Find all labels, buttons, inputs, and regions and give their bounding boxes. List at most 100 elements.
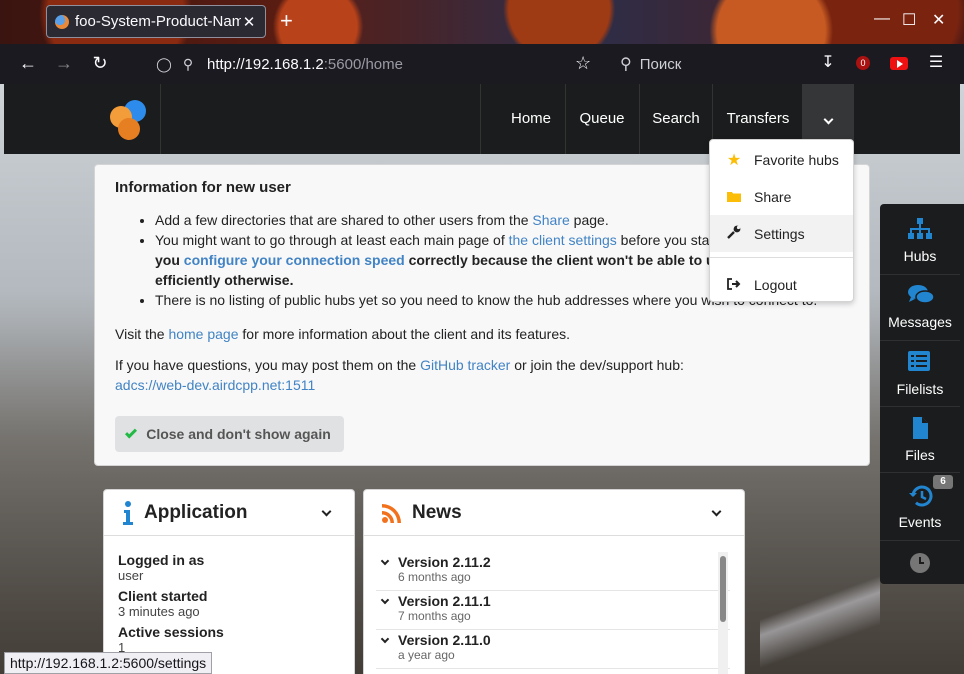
dropdown-share[interactable]: Share: [710, 178, 853, 215]
comments-icon: [908, 285, 934, 304]
menu-separator: [480, 84, 481, 154]
browser-tab[interactable]: foo-System-Product-Name ✕: [46, 5, 266, 38]
visit-paragraph: Visit the home page for more information…: [115, 324, 849, 344]
forward-icon[interactable]: →: [53, 53, 75, 74]
search-icon: ⚲: [620, 56, 632, 73]
dropdown-favorite-hubs[interactable]: ★ Favorite hubs: [710, 141, 853, 178]
youtube-icon[interactable]: [889, 52, 909, 74]
news-list: Version 2.11.2 6 months ago Version 2.11.…: [376, 552, 730, 669]
sidebar-item-events[interactable]: 6 Events: [880, 474, 960, 540]
star-icon: ★: [726, 151, 742, 169]
new-tab-button[interactable]: +: [280, 8, 293, 34]
ublock-icon[interactable]: 0: [853, 52, 873, 74]
news-scrollbar[interactable]: [718, 552, 728, 674]
sidebar-item-filelists[interactable]: Filelists: [880, 341, 960, 407]
info-key: Client started: [118, 588, 208, 604]
news-age: 6 months ago: [398, 570, 471, 584]
info-text: correctly because the client won't be ab…: [404, 252, 758, 268]
chevron-down-icon: [380, 556, 390, 566]
background-road: [760, 554, 880, 674]
info-value: 3 minutes ago: [118, 604, 200, 619]
menu-queue[interactable]: Queue: [568, 84, 636, 154]
rss-icon: [382, 503, 401, 523]
address-bar[interactable]: ◯ ⚲ http://192.168.1.2:5600/home: [145, 48, 605, 80]
sidebar-item-hubs[interactable]: Hubs: [880, 208, 960, 274]
info-row: Active sessions 1: [118, 624, 340, 655]
search-placeholder: Поиск: [639, 55, 682, 73]
minimize-icon[interactable]: —: [874, 10, 890, 28]
connection-speed-link[interactable]: configure your connection speed: [184, 252, 405, 268]
history-icon: [909, 485, 933, 507]
news-version: Version 2.11.0: [398, 632, 491, 648]
chevron-down-icon[interactable]: [711, 506, 722, 517]
url-host: http://192.168.1.2: [207, 55, 324, 73]
sitemap-icon: [908, 218, 932, 239]
close-tab-icon[interactable]: ✕: [241, 13, 257, 31]
client-settings-link[interactable]: the client settings: [509, 232, 617, 248]
close-info-label: Close and don't show again: [146, 426, 331, 442]
news-widget-title: News: [412, 501, 462, 523]
hamburger-menu-icon[interactable]: ☰: [926, 52, 946, 74]
url-text: http://192.168.1.2:5600/home: [207, 56, 403, 73]
lock-icon[interactable]: ⚲: [177, 56, 199, 73]
close-info-button[interactable]: Close and don't show again: [115, 416, 344, 452]
chevron-down-icon: [380, 634, 390, 644]
downloads-icon[interactable]: ↧: [818, 52, 838, 74]
menu-home[interactable]: Home: [500, 84, 562, 154]
menu-search[interactable]: Search: [642, 84, 710, 154]
chevron-down-icon: [380, 595, 390, 605]
info-key: Logged in as: [118, 552, 205, 568]
news-item[interactable]: Version 2.11.2 6 months ago: [376, 552, 730, 591]
news-version: Version 2.11.1: [398, 593, 491, 609]
tab-favicon-icon: [55, 14, 69, 29]
sidebar-label: Filelists: [896, 381, 944, 397]
file-icon: [913, 417, 928, 439]
scrollbar-thumb[interactable]: [720, 556, 726, 622]
sidebar-item-files[interactable]: Files: [880, 407, 960, 473]
github-tracker-link[interactable]: GitHub tracker: [420, 357, 510, 373]
url-path: :5600/home: [323, 55, 403, 73]
reload-icon[interactable]: ↻: [89, 53, 111, 74]
info-text: efficiently otherwise.: [155, 272, 294, 288]
window-close-icon[interactable]: ✕: [932, 10, 945, 30]
news-widget-header: News: [364, 490, 744, 536]
tab-title: foo-System-Product-Name: [75, 13, 241, 30]
application-widget-header: Application: [104, 490, 354, 536]
sidebar-label: Events: [898, 514, 942, 530]
news-item[interactable]: Version 2.11.0 a year ago: [376, 630, 730, 669]
news-age: 7 months ago: [398, 609, 471, 623]
ublock-count: 0: [856, 56, 870, 70]
bookmark-star-icon[interactable]: ☆: [575, 53, 591, 74]
back-icon[interactable]: ←: [17, 53, 39, 74]
info-text: You might want to go through at least ea…: [155, 232, 509, 248]
news-item[interactable]: Version 2.11.1 7 months ago: [376, 591, 730, 630]
shield-icon[interactable]: ◯: [153, 56, 175, 73]
sidebar-item-messages[interactable]: Messages: [880, 274, 960, 340]
dropdown-settings[interactable]: Settings: [710, 215, 853, 252]
check-icon: [125, 425, 138, 439]
info-text: Visit the: [115, 326, 169, 342]
dropdown-label: Settings: [754, 225, 805, 242]
home-page-link[interactable]: home page: [168, 326, 238, 342]
dropdown-logout[interactable]: Logout: [710, 266, 853, 303]
status-url-tooltip: http://192.168.1.2:5600/settings: [4, 652, 213, 674]
chevron-down-icon: [823, 114, 833, 125]
browser-toolbar: ← → ↻ ◯ ⚲ http://192.168.1.2:5600/home ☆…: [0, 44, 964, 84]
info-text: before you start.: [616, 232, 722, 248]
news-version: Version 2.11.2: [398, 554, 491, 570]
share-link[interactable]: Share: [532, 212, 569, 228]
info-key: Active sessions: [118, 624, 224, 640]
search-field[interactable]: ⚲ Поиск: [612, 48, 802, 80]
support-hub-link[interactable]: adcs://web-dev.airdcpp.net:1511: [115, 377, 315, 393]
sidebar-item-clock[interactable]: [880, 540, 960, 584]
list-icon: [908, 351, 930, 371]
sidebar-separator: [880, 472, 960, 473]
maximize-icon[interactable]: ☐: [902, 10, 916, 30]
events-badge: 6: [933, 475, 953, 489]
sign-out-icon: [726, 277, 742, 293]
info-text: you: [155, 252, 184, 268]
chevron-down-icon[interactable]: [321, 506, 332, 517]
info-text: page.: [569, 212, 609, 228]
sidebar-label: Hubs: [903, 248, 937, 264]
app-logo[interactable]: [110, 100, 150, 140]
